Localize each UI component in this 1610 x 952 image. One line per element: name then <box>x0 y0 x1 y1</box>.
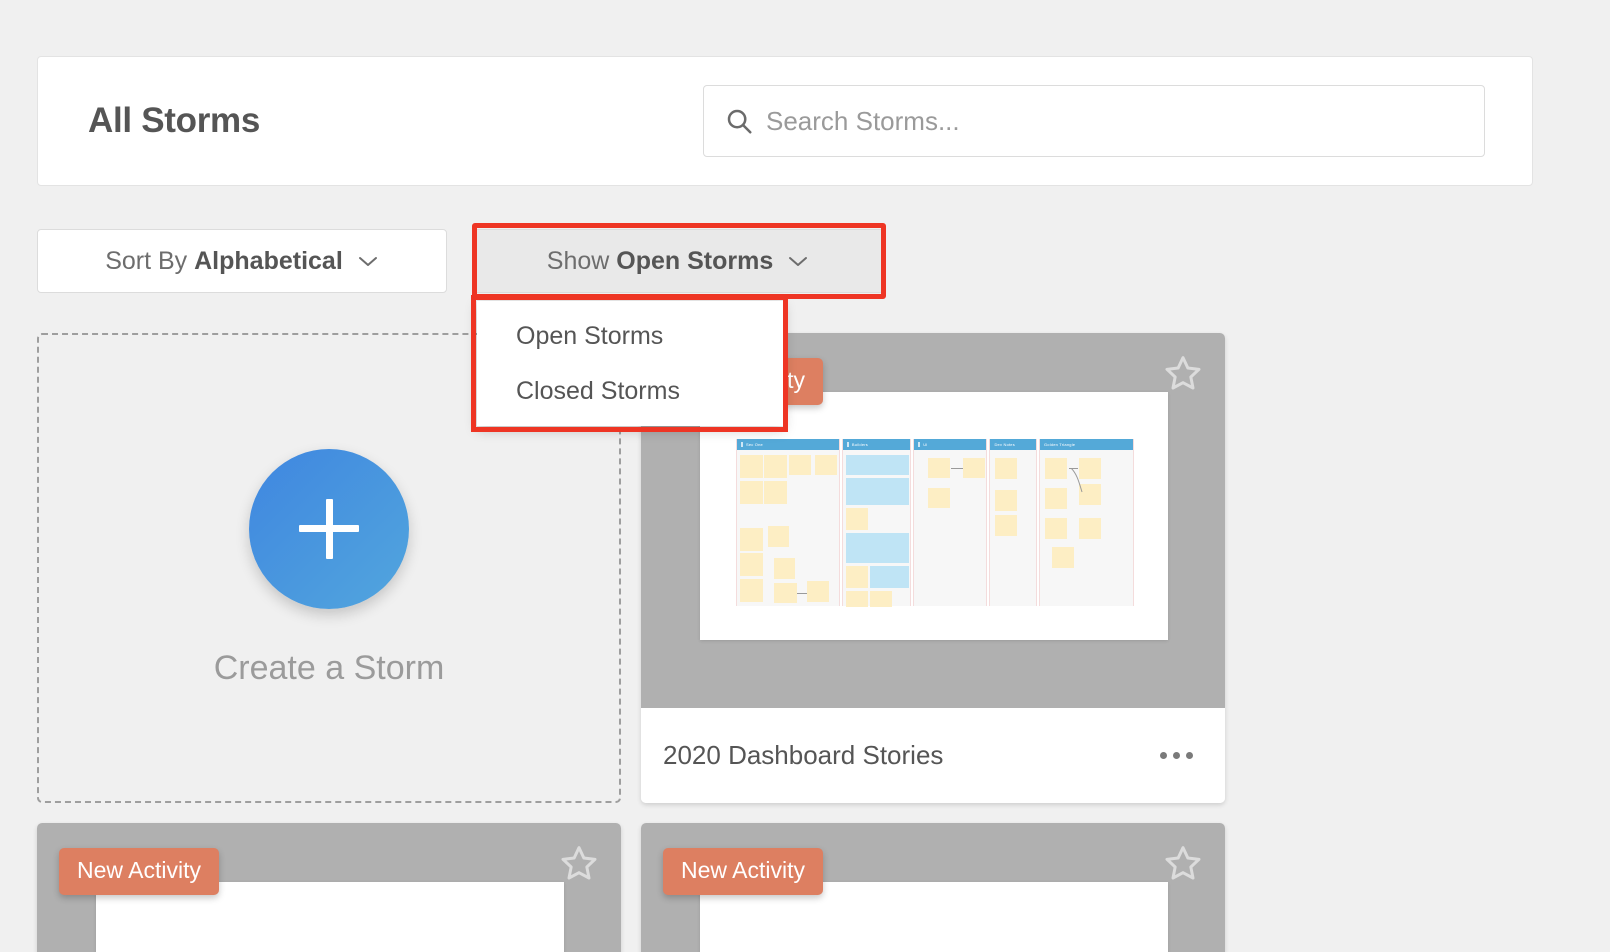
show-storms-dropdown-menu: Open Storms Closed Storms <box>477 301 784 426</box>
board-column: Sec One <box>736 439 840 606</box>
board-column-header: Builders <box>842 439 911 450</box>
storm-card-title: 2020 Dashboard Stories <box>663 740 944 770</box>
search-icon <box>727 109 752 134</box>
status-badge: New Activity <box>59 848 219 895</box>
chevron-down-icon <box>358 257 377 266</box>
board-column-label: Sec One <box>746 442 763 447</box>
board-column: UI <box>913 439 988 606</box>
board-column-label: UI <box>923 442 928 447</box>
storm-card[interactable]: New Activity <box>641 823 1225 952</box>
board-column-header: Dev Notes <box>990 439 1036 450</box>
dropdown-option-closed-storms[interactable]: Closed Storms <box>477 364 784 419</box>
board-column-header: Golden Triangle <box>1039 439 1133 450</box>
board-column-body <box>990 450 1036 606</box>
sort-by-dropdown-button[interactable]: Sort By Alphabetical <box>37 229 447 293</box>
show-storms-label: Show Open Storms <box>546 246 774 275</box>
board-column-label: Golden Triangle <box>1043 442 1076 447</box>
storm-card[interactable]: New Activity <box>37 823 621 952</box>
board-column-body <box>1040 450 1133 606</box>
connector-curve-icon <box>1070 468 1083 493</box>
status-badge: New Activity <box>663 848 823 895</box>
storm-thumbnail: Sec One Builders UI Dev Notes Golden Tri… <box>700 392 1168 640</box>
board-column-label: Dev Notes <box>994 442 1015 447</box>
plus-icon <box>249 448 409 609</box>
board-column-body <box>843 450 910 607</box>
search-input[interactable] <box>766 105 1446 137</box>
create-storm-label: Create a Storm <box>213 648 445 687</box>
sort-by-label: Sort By Alphabetical <box>105 246 343 275</box>
board-column: Builders <box>841 439 912 607</box>
board-column-label: Builders <box>851 442 868 447</box>
ellipsis-icon[interactable] <box>1150 742 1203 769</box>
board-column-body <box>737 450 839 606</box>
board-column-header: UI <box>914 439 987 450</box>
star-outline-icon[interactable] <box>1163 843 1203 883</box>
search-field[interactable] <box>703 85 1485 157</box>
board-column: Golden Triangle <box>1038 439 1134 606</box>
storm-card-thumbnail-area: New Activity <box>37 823 621 952</box>
column-tick-icon <box>918 442 921 447</box>
page-title: All Storms <box>88 101 261 140</box>
storm-card-thumbnail-area: New Activity <box>641 823 1225 952</box>
storm-card-footer: 2020 Dashboard Stories <box>641 708 1225 803</box>
board-column: Dev Notes <box>989 439 1037 606</box>
column-tick-icon <box>846 442 849 447</box>
thumbnail-board: Sec One Builders UI Dev Notes Golden Tri… <box>736 439 1134 607</box>
board-column-body <box>914 450 986 606</box>
star-outline-icon[interactable] <box>1163 353 1203 393</box>
board-column-header: Sec One <box>737 439 839 450</box>
show-storms-dropdown-button[interactable]: Show Open Storms <box>473 229 883 293</box>
storms-dashboard: All Storms Sort By Alphabetical Show Ope… <box>0 0 1610 952</box>
column-tick-icon <box>741 442 743 447</box>
dropdown-option-open-storms[interactable]: Open Storms <box>477 309 784 364</box>
header-panel: All Storms <box>37 56 1533 186</box>
star-outline-icon[interactable] <box>559 843 599 883</box>
chevron-down-icon <box>789 257 808 266</box>
